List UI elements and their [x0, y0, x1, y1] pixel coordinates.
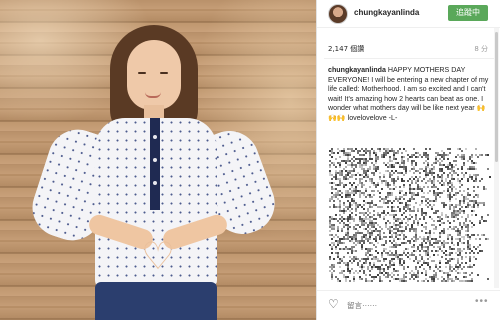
shirt-button [153, 158, 157, 162]
username-link[interactable]: chungkayanlinda [354, 8, 419, 17]
shirt-placket [150, 118, 160, 210]
caption: chungkayanlinda HAPPY MOTHERS DAY EVERYO… [328, 66, 490, 124]
caption-username[interactable]: chungkayanlinda [328, 66, 386, 74]
following-button[interactable]: 追蹤中 [448, 5, 488, 21]
divider [324, 58, 494, 59]
ellipsis-icon[interactable]: ••• [475, 296, 489, 307]
jeans [95, 282, 217, 320]
post-header: chungkayanlinda 追蹤中 [317, 0, 500, 28]
comment-input[interactable] [347, 298, 467, 312]
heart-outline-icon[interactable]: ♡ [328, 297, 339, 311]
hand-heart-icon: ♡ [140, 236, 176, 278]
face [127, 40, 181, 110]
post-details-panel: chungkayanlinda 追蹤中 2,147 個讚 8 分 chungka… [317, 0, 500, 320]
like-count[interactable]: 2,147 個讚 [328, 44, 364, 54]
avatar[interactable] [328, 4, 348, 24]
timestamp[interactable]: 8 分 [474, 44, 488, 54]
pixelation-pattern [329, 148, 491, 282]
obscured-comments [329, 148, 491, 282]
post-stats: 2,147 個讚 8 分 [317, 40, 500, 56]
post-photo[interactable]: ♡ [0, 0, 317, 320]
post-footer: ♡ ••• [317, 290, 500, 320]
shirt-button [153, 181, 157, 185]
left-eye [138, 72, 146, 74]
right-eye [160, 72, 168, 74]
shirt-button [153, 135, 157, 139]
caption-text: HAPPY MOTHERS DAY EVERYONE! I will be en… [328, 66, 489, 122]
scrollbar-thumb[interactable] [495, 32, 498, 162]
